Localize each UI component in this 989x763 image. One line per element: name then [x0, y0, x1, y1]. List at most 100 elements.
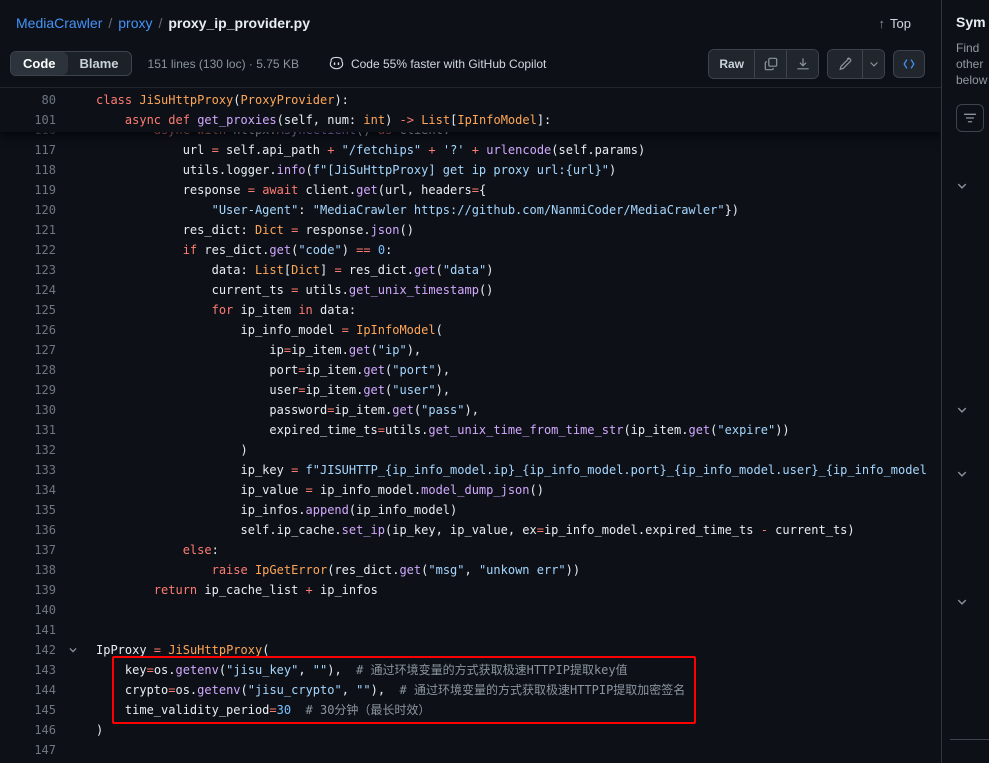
code-symbols-icon	[902, 57, 916, 71]
line-number[interactable]: 136	[0, 520, 56, 540]
gutter	[56, 440, 96, 460]
copy-icon	[764, 57, 778, 71]
chevron-down-icon[interactable]	[956, 468, 968, 480]
gutter	[56, 420, 96, 440]
line-number[interactable]: 133	[0, 460, 56, 480]
line-number[interactable]: 131	[0, 420, 56, 440]
gutter	[56, 580, 96, 600]
symbols-panel-toggle-button[interactable]	[893, 50, 925, 78]
download-icon	[796, 57, 810, 71]
code-text: if res_dict.get("code") == 0:	[96, 240, 941, 260]
code-blame-toggle: Code Blame	[10, 51, 132, 76]
code-text: key=os.getenv("jisu_key", ""), # 通过环境变量的…	[96, 660, 941, 680]
code-text: utils.logger.info(f"[JiSuHttpProxy] get …	[96, 160, 941, 180]
line-number[interactable]: 146	[0, 720, 56, 740]
code-text	[96, 740, 941, 760]
copy-button[interactable]	[754, 50, 786, 78]
line-number[interactable]: 128	[0, 360, 56, 380]
code-line: 117 url = self.api_path + "/fetchips" + …	[0, 140, 941, 160]
tab-code[interactable]: Code	[11, 52, 68, 75]
copilot-icon	[329, 56, 344, 71]
line-number[interactable]: 122	[0, 240, 56, 260]
code-text: data: List[Dict] = res_dict.get("data")	[96, 260, 941, 280]
gutter	[56, 740, 96, 760]
fold-chevron-icon[interactable]	[56, 640, 96, 660]
gutter	[56, 720, 96, 740]
line-number[interactable]: 138	[0, 560, 56, 580]
code-text: response = await client.get(url, headers…	[96, 180, 941, 200]
line-number[interactable]: 101	[0, 110, 56, 130]
line-number[interactable]: 123	[0, 260, 56, 280]
line-number[interactable]: 120	[0, 200, 56, 220]
tab-blame[interactable]: Blame	[68, 52, 131, 75]
code-viewer[interactable]: 116 async with httpx.AsyncClient() as cl…	[0, 88, 941, 763]
code-line: 138 raise IpGetError(res_dict.get("msg",…	[0, 560, 941, 580]
code-line: 119 response = await client.get(url, hea…	[0, 180, 941, 200]
line-number[interactable]: 129	[0, 380, 56, 400]
gutter	[56, 600, 96, 620]
chevron-down-icon[interactable]	[956, 404, 968, 416]
gutter	[56, 340, 96, 360]
edit-dropdown-button[interactable]	[862, 50, 884, 78]
line-number[interactable]: 124	[0, 280, 56, 300]
chevron-down-icon	[868, 58, 880, 70]
line-number[interactable]: 130	[0, 400, 56, 420]
line-number[interactable]: 80	[0, 90, 56, 110]
line-number[interactable]: 127	[0, 340, 56, 360]
code-line: 123 data: List[Dict] = res_dict.get("dat…	[0, 260, 941, 280]
gutter	[56, 300, 96, 320]
line-number[interactable]: 132	[0, 440, 56, 460]
code-line: 121 res_dict: Dict = response.json()	[0, 220, 941, 240]
raw-button[interactable]: Raw	[709, 50, 754, 78]
line-number[interactable]: 147	[0, 740, 56, 760]
line-number[interactable]: 134	[0, 480, 56, 500]
chevron-down-icon[interactable]	[956, 596, 968, 608]
filter-button[interactable]	[956, 104, 984, 132]
line-number[interactable]: 125	[0, 300, 56, 320]
line-number[interactable]: 142	[0, 640, 56, 660]
line-number[interactable]: 140	[0, 600, 56, 620]
code-line: 136 self.ip_cache.set_ip(ip_key, ip_valu…	[0, 520, 941, 540]
line-number[interactable]: 121	[0, 220, 56, 240]
line-number[interactable]: 118	[0, 160, 56, 180]
line-number[interactable]: 141	[0, 620, 56, 640]
edit-button[interactable]	[828, 50, 862, 78]
github-file-view: MediaCrawler / proxy / proxy_ip_provider…	[0, 0, 989, 763]
code-text: ip_value = ip_info_model.model_dump_json…	[96, 480, 941, 500]
line-number[interactable]: 117	[0, 140, 56, 160]
code-line: 146)	[0, 720, 941, 740]
symbols-panel: Sym Find other below	[941, 0, 989, 763]
code-line: 80class JiSuHttpProxy(ProxyProvider):	[0, 90, 941, 110]
line-number[interactable]: 143	[0, 660, 56, 680]
copilot-banner[interactable]: Code 55% faster with GitHub Copilot	[329, 56, 546, 71]
line-number[interactable]: 135	[0, 500, 56, 520]
panel-divider	[950, 739, 989, 740]
code-text: time_validity_period=30 # 30分钟（最长时效）	[96, 700, 941, 720]
download-button[interactable]	[786, 50, 818, 78]
code-text	[96, 600, 941, 620]
breadcrumb-file-name: proxy_ip_provider.py	[168, 15, 310, 31]
code-text: crypto=os.getenv("jisu_crypto", ""), # 通…	[96, 680, 941, 700]
line-number[interactable]: 144	[0, 680, 56, 700]
breadcrumb-folder-link[interactable]: proxy	[118, 15, 152, 31]
code-text: expired_time_ts=utils.get_unix_time_from…	[96, 420, 941, 440]
breadcrumb: MediaCrawler / proxy / proxy_ip_provider…	[0, 0, 941, 46]
line-number[interactable]: 119	[0, 180, 56, 200]
breadcrumb-repo-link[interactable]: MediaCrawler	[16, 15, 102, 31]
gutter	[56, 180, 96, 200]
gutter	[56, 400, 96, 420]
line-number[interactable]: 145	[0, 700, 56, 720]
gutter	[56, 360, 96, 380]
code-line: 120 "User-Agent": "MediaCrawler https://…	[0, 200, 941, 220]
line-number[interactable]: 139	[0, 580, 56, 600]
line-number[interactable]: 137	[0, 540, 56, 560]
gutter	[56, 660, 96, 680]
line-number[interactable]: 116	[0, 132, 56, 140]
code-line: 118 utils.logger.info(f"[JiSuHttpProxy] …	[0, 160, 941, 180]
code-line: 127 ip=ip_item.get("ip"),	[0, 340, 941, 360]
edit-group	[827, 49, 885, 79]
chevron-down-icon[interactable]	[956, 180, 968, 192]
scroll-to-top-button[interactable]: ↑ Top	[879, 16, 911, 31]
line-number[interactable]: 126	[0, 320, 56, 340]
gutter	[56, 380, 96, 400]
